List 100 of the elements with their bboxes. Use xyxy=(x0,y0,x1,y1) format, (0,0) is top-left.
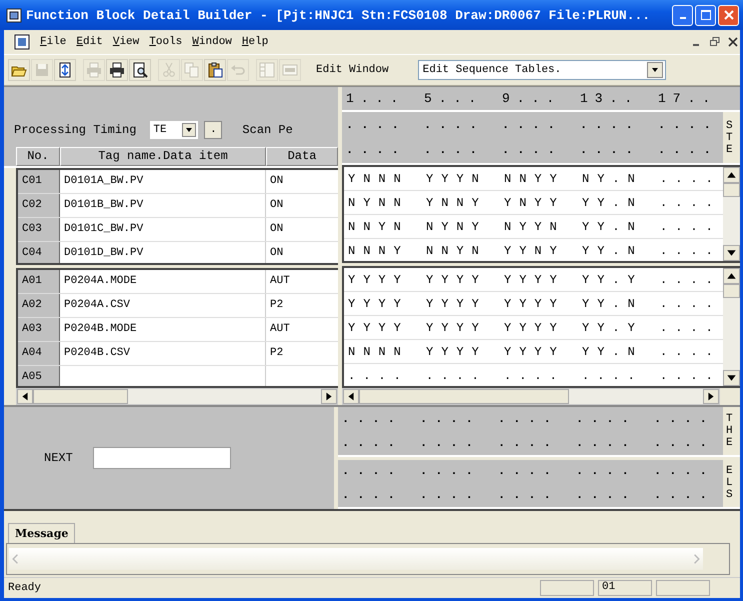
rule-entry: YYNY xyxy=(504,244,566,258)
app-icon xyxy=(6,7,22,23)
next-field[interactable] xyxy=(92,447,231,469)
table-cell: P0204B.CSV xyxy=(60,342,266,365)
rule-entry: NNNY xyxy=(348,244,410,258)
rule-entry: .... xyxy=(582,368,644,382)
minimize-button[interactable] xyxy=(672,4,693,26)
rule-entry: YYYY xyxy=(348,320,410,334)
rule-entry: .... xyxy=(576,488,638,502)
scroll-thumb[interactable] xyxy=(723,183,740,197)
rule-entry: .... xyxy=(660,220,722,234)
rule-entry: YYYY xyxy=(504,344,566,358)
scan-period-label: Scan Pe xyxy=(242,122,293,137)
menu-item[interactable]: Tools xyxy=(149,36,182,48)
table-cell: P0204A.CSV xyxy=(60,294,266,317)
row-number: C01 xyxy=(18,170,60,193)
close-icon[interactable] xyxy=(728,37,738,47)
rule-entry: .... xyxy=(342,488,404,502)
rule-number: 1... xyxy=(346,91,406,106)
table-cell-text: AUT xyxy=(269,274,291,290)
scissors-icon xyxy=(161,62,177,78)
rule-entry: .... xyxy=(660,296,722,310)
preview-button[interactable] xyxy=(129,59,151,81)
rule-entry: NYNN xyxy=(348,196,410,210)
rule-entry: YYYY xyxy=(426,296,488,310)
row-number: C02 xyxy=(18,194,60,217)
table-cell-text: ON xyxy=(269,246,284,262)
rule-entry: .... xyxy=(342,412,404,426)
maximize-button[interactable] xyxy=(695,4,716,26)
table-cell-text: ON xyxy=(269,174,284,190)
restore-icon[interactable] xyxy=(710,37,720,47)
document-icon[interactable] xyxy=(14,34,30,50)
horizontal-scrollbar[interactable] xyxy=(342,388,720,405)
rule-entry: .... xyxy=(502,143,564,158)
properties-button[interactable] xyxy=(54,59,76,81)
menu-item[interactable]: Window xyxy=(192,36,232,48)
rule-entry: YY.N xyxy=(582,244,644,258)
rule-entry: NNYN xyxy=(348,220,410,234)
rule-entry: .... xyxy=(420,488,482,502)
rule-entry: .... xyxy=(420,412,482,426)
print-preview-icon xyxy=(132,62,148,78)
rule-entry: .... xyxy=(346,143,408,158)
rule-entry: YY.N xyxy=(582,344,644,358)
table-cell-text: P2 xyxy=(269,346,284,362)
window-icon xyxy=(282,62,298,78)
table-cell: P0204A.MODE xyxy=(60,270,266,293)
rule-number: 17.. xyxy=(658,91,718,106)
rule-entry: YY.Y xyxy=(582,320,644,334)
rule-entry: .... xyxy=(654,464,716,478)
rule-entry: .... xyxy=(498,488,560,502)
clipboard-icon xyxy=(207,62,223,78)
horizontal-scrollbar[interactable] xyxy=(16,388,338,406)
paste-button[interactable] xyxy=(204,59,226,81)
open-button[interactable] xyxy=(8,59,30,81)
copy-icon xyxy=(184,62,200,78)
row-number: A05 xyxy=(18,366,60,386)
rule-entry: YYYY xyxy=(348,296,410,310)
scroll-thumb[interactable] xyxy=(359,389,569,404)
menu-item[interactable]: View xyxy=(112,36,140,48)
rule-entry: .... xyxy=(576,464,638,478)
rule-entry: .... xyxy=(580,118,642,132)
menu-item[interactable]: File xyxy=(40,36,66,48)
minimize-icon xyxy=(680,17,686,19)
rule-entry: YYYY xyxy=(426,272,488,286)
rule-entry: YYYY xyxy=(426,344,488,358)
timing-button[interactable]: . xyxy=(204,120,222,139)
scroll-thumb[interactable] xyxy=(33,389,128,404)
next-label: NEXT xyxy=(44,451,73,465)
rule-entry: .... xyxy=(660,368,722,382)
rule-entry: YYYY xyxy=(504,320,566,334)
vertical-scrollbar[interactable] xyxy=(723,167,740,261)
row-number: A04 xyxy=(18,342,60,365)
rule-entry: .... xyxy=(658,118,720,132)
vertical-scrollbar[interactable] xyxy=(723,268,740,386)
column-header: Data xyxy=(266,146,338,166)
section-label: STE xyxy=(723,112,740,163)
row-number: A01 xyxy=(18,270,60,293)
print-button[interactable] xyxy=(106,59,128,81)
section-label: THE xyxy=(723,407,740,454)
menu-item[interactable]: Edit xyxy=(76,36,103,48)
message-tab[interactable]: Message xyxy=(8,523,76,543)
rule-number: 13.. xyxy=(580,91,640,106)
rule-entry: .... xyxy=(342,436,404,450)
close-button[interactable] xyxy=(718,4,739,26)
timing-select[interactable]: TE xyxy=(150,120,198,139)
rule-entry: .... xyxy=(660,344,722,358)
view-select[interactable]: Edit Sequence Tables. xyxy=(418,60,666,80)
rule-entry: NNNN xyxy=(348,344,410,358)
table-cell: D0101C_BW.PV xyxy=(60,218,266,241)
column-header: No. xyxy=(16,146,60,166)
rule-entry: YYYN xyxy=(426,172,488,186)
rule-entry: YY.N xyxy=(582,196,644,210)
rule-entry: .... xyxy=(498,464,560,478)
panel-icon xyxy=(259,62,275,78)
rule-entry: .... xyxy=(420,436,482,450)
rule-entry: .... xyxy=(424,118,486,132)
menu-item[interactable]: Help xyxy=(242,36,268,48)
scroll-thumb[interactable] xyxy=(723,284,740,298)
status-panel: 01 xyxy=(598,580,652,596)
column-header: Tag name.Data item xyxy=(60,146,266,166)
